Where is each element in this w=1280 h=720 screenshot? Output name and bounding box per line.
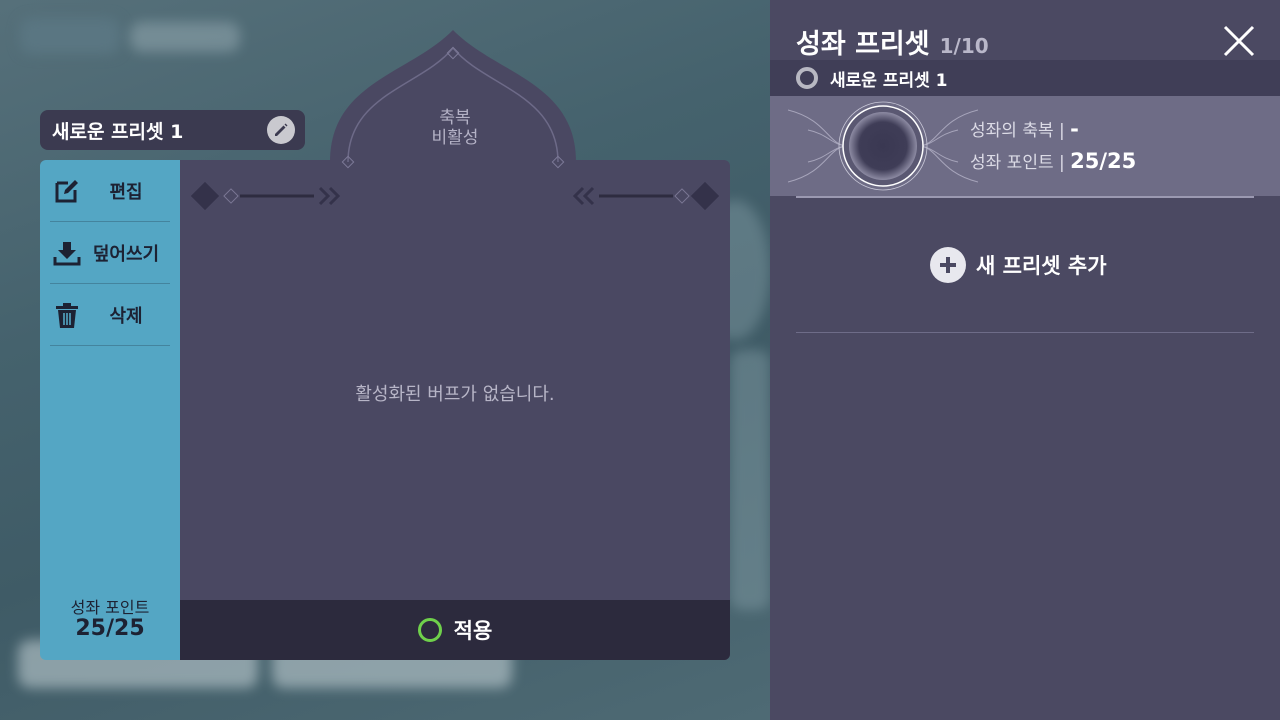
pencil-icon [275, 123, 288, 136]
apply-button[interactable]: 적용 [180, 600, 730, 660]
preset-name: 새로운 프리셋 1 [52, 120, 184, 143]
apply-label: 적용 [453, 619, 493, 643]
edit-button[interactable]: 편집 [50, 160, 170, 222]
selected-preset-row[interactable]: 새로운 프리셋 1 [770, 60, 1280, 96]
rename-button[interactable] [267, 116, 295, 144]
add-preset-button[interactable]: 새 프리셋 추가 [930, 246, 1107, 284]
card-divider [796, 196, 1254, 198]
trash-icon [52, 300, 82, 330]
radio-icon [796, 67, 818, 89]
blessing-status-line2: 비활성 [431, 128, 479, 148]
blessing-status-line1: 축복 [439, 108, 471, 128]
download-icon [52, 238, 82, 268]
constellation-orb-icon [788, 101, 978, 191]
card-blessing-label: 성좌의 축복 [970, 121, 1054, 141]
card-points-label: 성좌 포인트 [970, 153, 1054, 173]
preset-card[interactable]: 성좌의 축복 | - 성좌 포인트 | 25/25 [770, 96, 1280, 196]
preset-card-info: 성좌의 축복 | - 성좌 포인트 | 25/25 [970, 117, 1137, 173]
action-panel: 편집 덮어쓰기 삭제 성좌 포인트 25/25 [40, 160, 180, 660]
right-divider-ornament [572, 181, 720, 211]
preset-list-header: 성좌 프리셋 1/10 [796, 22, 989, 61]
card-points-value: 25/25 [1070, 149, 1137, 173]
blessing-panel [180, 160, 730, 660]
points-label: 성좌 포인트 [70, 598, 150, 617]
preset-count: 1/10 [939, 34, 989, 58]
preset-list-panel: 성좌 프리셋 1/10 새로운 프리셋 1 성좌의 축복 | - 성좌 포인트 … [770, 0, 1280, 720]
delete-button[interactable]: 삭제 [50, 284, 170, 346]
delete-label: 삭제 [109, 305, 143, 327]
plus-icon [930, 247, 966, 283]
confirm-ring-icon [417, 618, 442, 642]
points-value: 25/25 [75, 616, 145, 641]
add-preset-label: 새 프리셋 추가 [976, 254, 1107, 278]
close-icon[interactable] [1222, 24, 1256, 58]
preset-name-bar: 새로운 프리셋 1 [40, 110, 305, 150]
edit-icon [52, 176, 82, 206]
edit-label: 편집 [109, 181, 143, 203]
overwrite-label: 덮어쓰기 [92, 243, 160, 265]
left-divider-ornament [190, 181, 341, 211]
preset-list-title: 성좌 프리셋 [796, 29, 930, 60]
blessing-status: 축복 비활성 [395, 108, 515, 148]
list-divider [796, 332, 1254, 333]
card-blessing-value: - [1070, 117, 1079, 141]
overwrite-button[interactable]: 덮어쓰기 [50, 222, 170, 284]
selected-preset-name: 새로운 프리셋 1 [830, 70, 948, 91]
empty-buff-message: 활성화된 버프가 없습니다. [355, 384, 555, 405]
